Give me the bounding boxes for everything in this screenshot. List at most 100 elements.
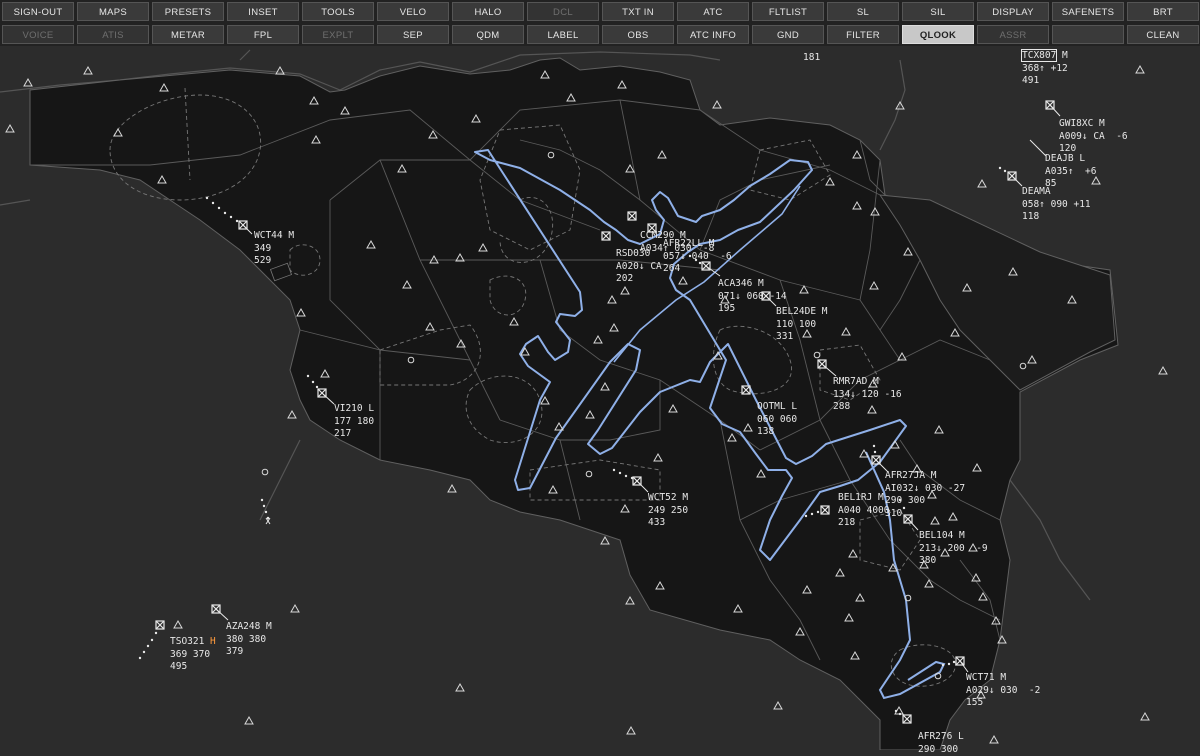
track-data-line: 369 370 (170, 649, 216, 662)
track-data-line: 380 380 (226, 634, 272, 647)
toolbar-button-clean[interactable]: CLEAN (1127, 25, 1199, 44)
track-label[interactable]: VI210 L177 180217 (334, 403, 374, 441)
track-label[interactable]: DEAMA058↑ 090 +11118 (1022, 186, 1091, 224)
track-callsign: DEAMA (1022, 186, 1091, 199)
track-data-line: 060 060 (757, 414, 797, 427)
track-data-line: 110 100 (776, 319, 827, 332)
toolbar-button-assr[interactable]: ASSR (977, 25, 1049, 44)
toolbar-button-presets[interactable]: PRESETS (152, 2, 224, 21)
track-data-line: AI032↓ 030 -27 (885, 483, 965, 496)
track-data-line: 264 (663, 263, 732, 276)
track-callsign: TCX807 M (1022, 50, 1068, 63)
track-callsign: BEL24DE M (776, 306, 827, 319)
toolbar-button-dcl[interactable]: DCL (527, 2, 599, 21)
toolbar-button-halo[interactable]: HALO (452, 2, 524, 21)
track-label[interactable]: BEL1RJ MA040 4000218 (838, 492, 889, 530)
track-data-line: 134↓ 120 -16 (833, 389, 902, 402)
track-data-line: 495 (170, 661, 216, 674)
track-data-line: 118 (1022, 211, 1091, 224)
toolbar-button-maps[interactable]: MAPS (77, 2, 149, 21)
track-data-line: 380 (919, 555, 988, 568)
toolbar-button-tools[interactable]: TOOLS (302, 2, 374, 21)
track-callsign: AFR22LL M (663, 238, 732, 251)
track-callsign: AZA248 M (226, 621, 272, 634)
toolbar-button-velo[interactable]: VELO (377, 2, 449, 21)
toolbar-button-metar[interactable]: METAR (152, 25, 224, 44)
track-data-line: 057↓ 040 -6 (663, 251, 732, 264)
toolbar-button-fltlist[interactable]: FLTLIST (752, 2, 824, 21)
track-data-line: A029↓ 030 -2 (966, 685, 1040, 698)
toolbar-button-explt[interactable]: EXPLT (302, 25, 374, 44)
track-data-line: 379 (226, 646, 272, 659)
track-data-line: 368↑ +12 (1022, 63, 1068, 76)
track-label[interactable]: WCT44 M349529 (254, 230, 294, 268)
track-label[interactable]: BEL104 M213↓ 200 -9380 (919, 530, 988, 568)
track-label[interactable]: AFR22LL M057↓ 040 -6264 (663, 238, 732, 276)
track-data-line: 058↑ 090 +11 (1022, 199, 1091, 212)
track-callsign: BEL104 M (919, 530, 988, 543)
track-data-line: 491 (1022, 75, 1068, 88)
track-callsign: OOTML L (757, 401, 797, 414)
toolbar-button-obs[interactable]: OBS (602, 25, 674, 44)
track-data-line: 310 (885, 508, 965, 521)
track-data-line: 288 (833, 401, 902, 414)
toolbar-button-inset[interactable]: INSET (227, 2, 299, 21)
track-data-line: 349 (254, 243, 294, 256)
track-data-line: 217 (334, 428, 374, 441)
track-label[interactable]: AZA248 M380 380379 (226, 621, 272, 659)
track-label[interactable]: DEAJB LA035↑ +685 (1045, 153, 1096, 191)
toolbar-button-sep[interactable]: SEP (377, 25, 449, 44)
track-callsign: WCT71 M (966, 672, 1040, 685)
toolbar-button-label[interactable]: LABEL (527, 25, 599, 44)
track-label[interactable]: AFR276 L290 300 (918, 731, 964, 756)
track-data-line: 290 300 (885, 495, 965, 508)
toolbar-button-txt-in[interactable]: TXT IN (602, 2, 674, 21)
track-data-line: A035↑ +6 (1045, 166, 1096, 179)
toolbar-button-fpl[interactable]: FPL (227, 25, 299, 44)
toolbar-button-atc[interactable]: ATC (677, 2, 749, 21)
toolbar-button-atc-info[interactable]: ATC INFO (677, 25, 749, 44)
toolbar-button-brt[interactable]: BRT (1127, 2, 1199, 21)
callsign-box[interactable]: TCX807 (1022, 50, 1056, 61)
track-callsign: RSD030 (616, 248, 662, 261)
track-data-line: 155 (966, 697, 1040, 710)
toolbar-button-sl[interactable]: SL (827, 2, 899, 21)
toolbar-button-safenets[interactable]: SAFENETS (1052, 2, 1124, 21)
toolbar-button-atis[interactable]: ATIS (77, 25, 149, 44)
track-callsign: DEAJB L (1045, 153, 1096, 166)
toolbar-button-voice[interactable]: VOICE (2, 25, 74, 44)
track-label[interactable]: RSD030A020↓ CA202 (616, 248, 662, 286)
track-label[interactable]: GWI8XC MA009↓ CA -6120 (1059, 118, 1128, 156)
track-data-line: 218 (838, 517, 889, 530)
track-callsign: AFR27JA M (885, 470, 965, 483)
track-data-line: 138 (757, 426, 797, 439)
toolbar-button-sign-out[interactable]: SIGN-OUT (2, 2, 74, 21)
track-label[interactable]: AFR27JA MAI032↓ 030 -27290 300310 (885, 470, 965, 520)
track-label[interactable]: TCX807 M368↑ +12491 (1022, 50, 1068, 88)
track-callsign: ACA346 M (718, 278, 787, 291)
altitude-label: 181 (803, 52, 820, 63)
track-label[interactable]: WCT52 M249 250433 (648, 492, 688, 530)
track-data-line: 071↓ 060 -14 (718, 291, 787, 304)
toolbar-button-filter[interactable]: FILTER (827, 25, 899, 44)
track-label[interactable]: BEL24DE M110 100331 (776, 306, 827, 344)
track-label[interactable]: RMR7AD M134↓ 120 -16288 (833, 376, 902, 414)
track-data-line: 202 (616, 273, 662, 286)
track-data-line: 529 (254, 255, 294, 268)
toolbar-button-gnd[interactable]: GND (752, 25, 824, 44)
toolbar-button-qdm[interactable]: QDM (452, 25, 524, 44)
toolbar-button-qlook[interactable]: QLOOK (902, 25, 974, 44)
track-label[interactable]: WCT71 MA029↓ 030 -2155 (966, 672, 1040, 710)
track-data-line: 177 180 (334, 416, 374, 429)
track-label[interactable]: OOTML L060 060138 (757, 401, 797, 439)
toolbar-button-display[interactable]: DISPLAY (977, 2, 1049, 21)
track-data-line: 213↓ 200 -9 (919, 543, 988, 556)
track-data-line: 433 (648, 517, 688, 530)
track-callsign: TSO321 H (170, 636, 216, 649)
track-callsign: RMR7AD M (833, 376, 902, 389)
track-label[interactable]: TSO321 H369 370495 (170, 636, 216, 674)
toolbar-button-sil[interactable]: SIL (902, 2, 974, 21)
toolbar-button-blank[interactable] (1052, 25, 1124, 44)
track-data-line: A009↓ CA -6 (1059, 131, 1128, 144)
track-callsign: WCT44 M (254, 230, 294, 243)
